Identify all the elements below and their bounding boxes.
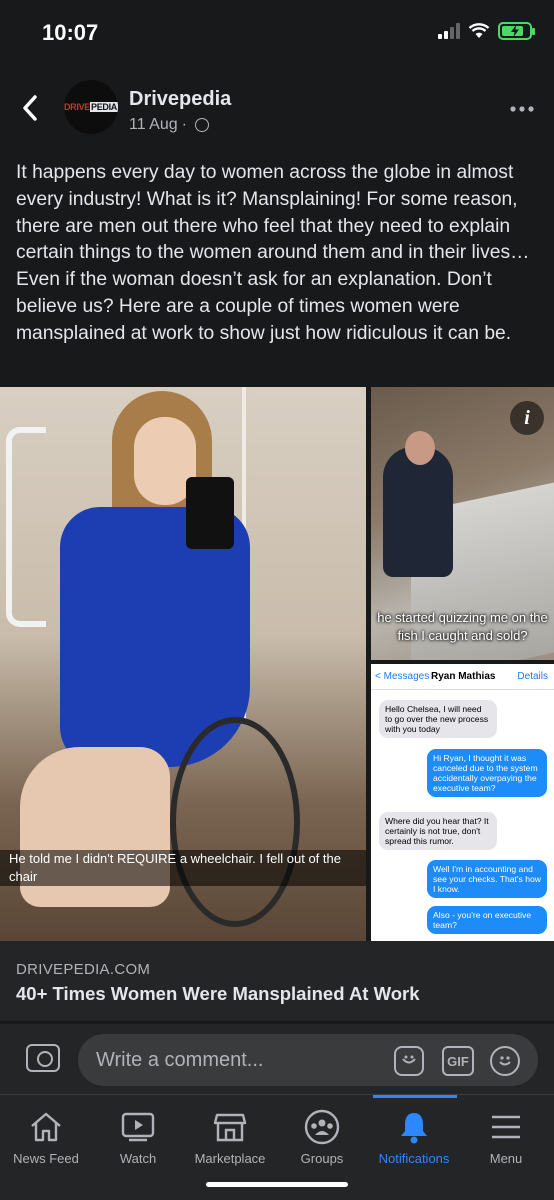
messages-back-label: < Messages	[375, 671, 430, 682]
message-bubble: Hi Ryan, I thought it was canceled due t…	[427, 749, 547, 797]
page-name[interactable]: Drivepedia	[129, 88, 231, 111]
meta-separator: ·	[181, 116, 187, 133]
camera-icon[interactable]	[26, 1044, 60, 1072]
messages-contact-name: Ryan Mathias	[431, 671, 496, 682]
drivepedia-logo: DRIVEPEDIA	[64, 102, 118, 112]
man-figure	[383, 447, 453, 577]
link-preview[interactable]: DRIVEPEDIA.COM 40+ Times Women Were Mans…	[0, 941, 554, 1021]
tab-watch[interactable]: Watch	[92, 1109, 184, 1166]
wifi-icon	[468, 23, 490, 38]
message-bubble: Also - you're on executive team?	[427, 906, 547, 934]
tab-label: Marketplace	[194, 1151, 266, 1166]
grab-bar	[6, 427, 46, 627]
messages-header: < Messages Ryan Mathias Details	[371, 664, 554, 690]
post-text: It happens every day to women across the…	[16, 162, 530, 344]
active-tab-indicator	[373, 1095, 457, 1098]
phone	[186, 477, 234, 549]
home-indicator[interactable]	[206, 1182, 348, 1187]
man-head	[405, 431, 435, 465]
messages-details-label: Details	[517, 671, 548, 682]
info-button[interactable]: i	[510, 401, 544, 435]
status-bar: 10:07	[0, 0, 554, 66]
status-icons	[438, 22, 535, 40]
tab-menu[interactable]: Menu	[460, 1109, 552, 1166]
home-icon	[0, 1109, 92, 1145]
menu-icon	[460, 1109, 552, 1145]
emoji-icon[interactable]	[490, 1046, 520, 1076]
charging-bolt-icon	[511, 25, 519, 37]
page-avatar[interactable]: DRIVEPEDIA	[64, 80, 118, 134]
tab-news-feed[interactable]: News Feed	[0, 1109, 92, 1166]
bell-icon	[368, 1109, 460, 1145]
tab-label: Notifications	[378, 1151, 450, 1166]
groups-icon	[276, 1109, 368, 1145]
globe-icon	[194, 118, 209, 132]
tab-groups[interactable]: Groups	[276, 1109, 368, 1166]
battery-icon	[498, 22, 535, 40]
post-header: DRIVEPEDIA Drivepedia 11 Aug ·	[0, 76, 554, 146]
tab-notifications[interactable]: Notifications	[368, 1109, 460, 1166]
tab-marketplace[interactable]: Marketplace	[184, 1109, 276, 1166]
fish-market-image[interactable]: i he started quizzing me on the fish I c…	[371, 387, 554, 660]
post-media[interactable]: He told me I didn't REQUIRE a wheelchair…	[0, 387, 554, 941]
chevron-left-icon	[23, 95, 37, 121]
gif-button[interactable]: GIF	[442, 1046, 474, 1076]
tab-label: News Feed	[13, 1151, 79, 1166]
watch-icon	[92, 1109, 184, 1145]
post-meta: 11 Aug ·	[129, 116, 209, 134]
post-date: 11 Aug	[129, 116, 178, 133]
link-title: 40+ Times Women Were Mansplained At Work	[16, 983, 420, 1004]
wheelchair-selfie-image[interactable]: He told me I didn't REQUIRE a wheelchair…	[0, 387, 366, 941]
tab-label: Watch	[119, 1151, 157, 1166]
tab-label: Menu	[489, 1151, 523, 1166]
message-bubble: Well I'm in accounting and see your chec…	[427, 860, 547, 898]
image-caption: he started quizzing me on the fish I cau…	[377, 610, 548, 643]
back-button[interactable]	[20, 94, 46, 124]
wheelchair-wheel	[170, 717, 300, 927]
status-time: 10:07	[42, 20, 99, 45]
image-caption: He told me I didn't REQUIRE a wheelchair…	[0, 850, 366, 886]
more-options-button[interactable]	[510, 98, 534, 112]
tab-label: Groups	[300, 1151, 344, 1166]
ellipsis-icon	[510, 106, 534, 112]
sticker-icon[interactable]	[394, 1046, 424, 1076]
link-domain: DRIVEPEDIA.COM	[16, 961, 151, 978]
message-bubble: Where did you hear that? It certainly is…	[379, 812, 497, 850]
messages-screenshot-image[interactable]: < Messages Ryan Mathias Details Hello Ch…	[371, 664, 554, 941]
marketplace-icon	[184, 1109, 276, 1145]
cellular-signal-icon	[438, 23, 460, 39]
message-bubble: Hello Chelsea, I will need to go over th…	[379, 700, 497, 738]
comment-bar: GIF	[0, 1024, 554, 1094]
